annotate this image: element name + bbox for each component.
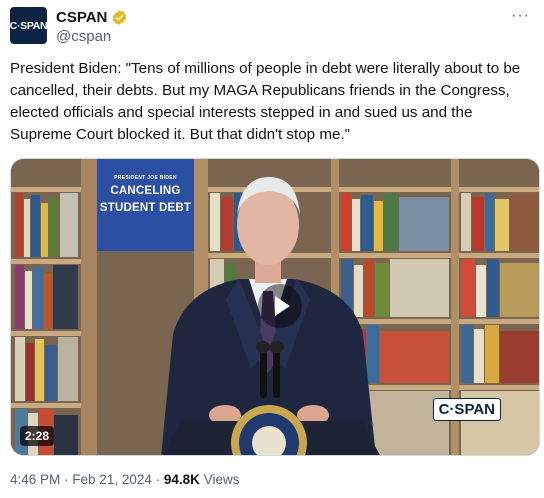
handle[interactable]: @cspan <box>56 27 128 47</box>
play-button[interactable] <box>258 284 302 328</box>
banner-title-line-2: STUDENT DEBT <box>99 202 192 214</box>
video-player[interactable]: PRESIDENT JOE BIDEN CANCELING STUDENT DE… <box>10 158 540 456</box>
tweet-time[interactable]: 4:46 PM <box>10 472 60 487</box>
banner-subtitle: PRESIDENT JOE BIDEN <box>114 175 177 181</box>
tweet-header: C·SPAN CSPAN @cspan ··· <box>10 7 534 47</box>
avatar[interactable]: C·SPAN <box>10 7 47 44</box>
verified-badge-icon <box>113 9 127 25</box>
views-count: 94.8K <box>163 472 200 487</box>
author-names: CSPAN @cspan <box>56 7 128 47</box>
debt-banner: PRESIDENT JOE BIDEN CANCELING STUDENT DE… <box>97 159 194 251</box>
tweet-meta: 4:46 PM · Feb 21, 2024 · 94.8K Views <box>10 472 239 487</box>
cspan-watermark: C·SPAN <box>432 398 501 421</box>
tweet-date[interactable]: Feb 21, 2024 <box>72 472 152 487</box>
tweet-text: President Biden: "Tens of millions of pe… <box>10 60 525 143</box>
meta-separator: · <box>155 472 164 487</box>
video-duration: 2:28 <box>20 426 55 446</box>
more-options-icon[interactable]: ··· <box>511 8 530 24</box>
avatar-logo-text: C·SPAN <box>10 19 47 32</box>
views-label: Views <box>203 472 240 487</box>
banner-title-line-1: CANCELING <box>110 185 181 197</box>
play-icon <box>274 296 290 316</box>
display-name[interactable]: CSPAN <box>56 9 107 26</box>
